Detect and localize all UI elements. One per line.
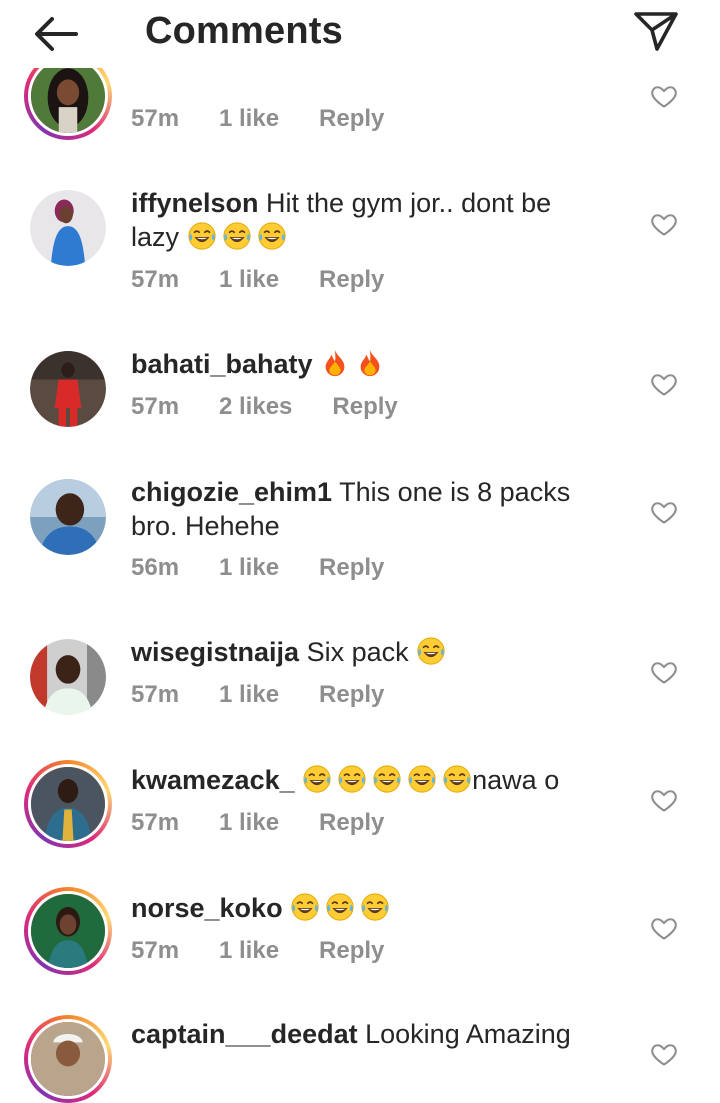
avatar[interactable] [24, 887, 112, 975]
back-button[interactable] [26, 10, 86, 58]
comment-meta: 57m 1 like Reply [131, 678, 384, 712]
heart-icon[interactable] [650, 658, 678, 686]
comment-meta: 57m 1 like Reply [131, 102, 384, 136]
comment-body: chigozie_ehim1 This one is 8 packs bro. … [131, 475, 601, 543]
heart-icon[interactable] [650, 82, 678, 110]
comment-username[interactable]: norse_koko [131, 893, 283, 923]
comment-likes[interactable]: 1 like [219, 105, 279, 133]
emoji-run [320, 349, 390, 379]
comment-text: nawa o [472, 765, 560, 795]
comment-text: Looking Amazing [365, 1019, 571, 1049]
tears-of-joy-emoji-icon [442, 764, 472, 794]
paper-plane-icon [634, 12, 678, 51]
emoji-run [416, 637, 451, 667]
reply-button[interactable]: Reply [319, 937, 384, 965]
comment-time: 57m [131, 266, 180, 293]
comment-time: 57m [131, 105, 180, 132]
man-avatar-image [30, 479, 106, 555]
comment-text: Six pack [306, 637, 409, 667]
heart-icon[interactable] [650, 370, 678, 398]
tears-of-joy-emoji-icon [407, 764, 437, 794]
comment-username[interactable]: wisegistnaija [131, 637, 299, 667]
header-bar: Comments [0, 0, 720, 68]
man-avatar-image [31, 1022, 105, 1096]
comment-body: captain___deedat Looking Amazing [131, 1017, 601, 1051]
page-title: Comments [145, 10, 343, 52]
comment-body: norse_koko [131, 891, 601, 925]
comment-time: 57m [131, 809, 180, 836]
tears-of-joy-emoji-icon [302, 764, 332, 794]
tears-of-joy-emoji-icon [257, 221, 287, 251]
comment-meta: 56m 1 like Reply [131, 551, 384, 585]
comment-username[interactable]: bahati_bahaty [131, 349, 313, 379]
reply-button[interactable]: Reply [319, 809, 384, 837]
comment-likes[interactable]: 2 likes [219, 393, 292, 421]
man-avatar-image [30, 351, 106, 427]
woman-avatar-image [31, 894, 105, 968]
tears-of-joy-emoji-icon [372, 764, 402, 794]
comment-likes[interactable]: 1 like [219, 937, 279, 965]
avatar[interactable] [24, 1015, 112, 1103]
reply-button[interactable]: Reply [319, 681, 384, 709]
man-avatar-image [30, 639, 106, 715]
avatar[interactable] [30, 639, 106, 715]
heart-icon[interactable] [650, 914, 678, 942]
comment-likes[interactable]: 1 like [219, 266, 279, 294]
tears-of-joy-emoji-icon [290, 892, 320, 922]
woman-avatar-image [31, 59, 105, 133]
tears-of-joy-emoji-icon [325, 892, 355, 922]
comment-meta: 57m 1 like Reply [131, 263, 384, 297]
heart-icon[interactable] [650, 498, 678, 526]
comment-time: 57m [131, 393, 180, 420]
reply-button[interactable]: Reply [319, 105, 384, 133]
avatar[interactable] [30, 351, 106, 427]
reply-button[interactable]: Reply [319, 554, 384, 582]
comment-body: wisegistnaija Six pack [131, 635, 601, 669]
comment-time: 56m [131, 554, 180, 581]
comment-time: 57m [131, 681, 180, 708]
avatar[interactable] [30, 190, 106, 266]
comment-meta: 57m 1 like Reply [131, 934, 384, 968]
tears-of-joy-emoji-icon [337, 764, 367, 794]
emoji-run [302, 765, 477, 795]
comment-time: 57m [131, 937, 180, 964]
comment-body: bahati_bahaty [131, 347, 601, 381]
reply-button[interactable]: Reply [332, 393, 397, 421]
comment-likes[interactable]: 1 like [219, 681, 279, 709]
heart-icon[interactable] [650, 786, 678, 814]
heart-icon[interactable] [650, 210, 678, 238]
tears-of-joy-emoji-icon [360, 892, 390, 922]
arrow-left-icon [35, 17, 78, 51]
emoji-run [187, 222, 292, 252]
avatar[interactable] [24, 760, 112, 848]
comment-body: iffynelson Hit the gym jor.. dont be laz… [131, 186, 601, 254]
comment-meta: 57m 1 like Reply [131, 806, 384, 840]
tears-of-joy-emoji-icon [222, 221, 252, 251]
comment-username[interactable]: chigozie_ehim1 [131, 477, 332, 507]
comment-likes[interactable]: 1 like [219, 554, 279, 582]
man-avatar-image [31, 767, 105, 841]
reply-button[interactable]: Reply [319, 266, 384, 294]
heart-icon[interactable] [650, 1040, 678, 1068]
tears-of-joy-emoji-icon [416, 636, 446, 666]
fire-emoji-icon [320, 348, 350, 378]
comment-username[interactable]: kwamezack_ [131, 765, 295, 795]
comments-list[interactable]: 57m 1 like Reply iffynelson Hit the gym … [0, 0, 720, 1103]
share-button[interactable] [628, 6, 684, 56]
woman-avatar-image [30, 190, 106, 266]
comment-meta: 57m 2 likes Reply [131, 390, 398, 424]
emoji-run [290, 893, 395, 923]
comment-username[interactable]: iffynelson [131, 188, 259, 218]
comment-likes[interactable]: 1 like [219, 809, 279, 837]
fire-emoji-icon [355, 348, 385, 378]
comment-body: kwamezack_ nawa o [131, 763, 601, 797]
comment-username[interactable]: captain___deedat [131, 1019, 358, 1049]
avatar[interactable] [30, 479, 106, 555]
tears-of-joy-emoji-icon [187, 221, 217, 251]
